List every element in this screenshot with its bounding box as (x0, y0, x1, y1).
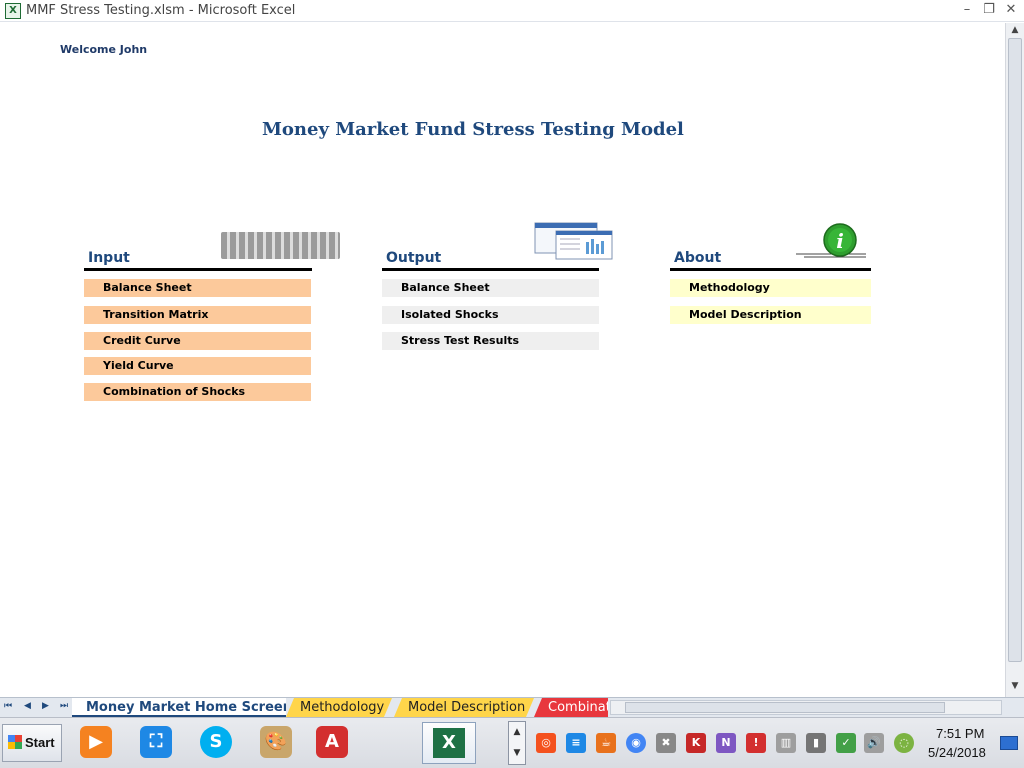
vertical-scroll-thumb[interactable] (1008, 38, 1022, 662)
tab-money-market-home-screen[interactable]: Money Market Home Screen (72, 698, 286, 717)
scroll-down-icon[interactable]: ▼ (1009, 681, 1021, 693)
taskbar-scroll[interactable]: ▲ ▼ (508, 721, 526, 765)
input-credit-curve-button[interactable]: Credit Curve (84, 332, 311, 350)
acrobat-icon[interactable]: A (310, 722, 354, 764)
page-title: Money Market Fund Stress Testing Model (262, 119, 684, 140)
about-methodology-button[interactable]: Methodology (670, 279, 871, 297)
taskbar: Start ▶ ⛶ S 🎨 A X ▲ ▼ ◎ ≡ ☕ ◉ ✖ K N ! ▥ … (0, 717, 1024, 768)
tray-java-icon[interactable]: ☕ (596, 733, 616, 753)
taskbar-scroll-up-icon[interactable]: ▲ (509, 722, 525, 743)
paint-icon[interactable]: 🎨 (254, 722, 298, 764)
last-sheet-icon[interactable]: ⏭ (60, 701, 68, 711)
title-bar: X MMF Stress Testing.xlsm - Microsoft Ex… (0, 0, 1024, 22)
tray-monitor-icon[interactable]: ▥ (776, 733, 796, 753)
tray-kaspersky-icon[interactable]: K (686, 733, 706, 753)
tray-app-orange-icon[interactable]: ◎ (536, 733, 556, 753)
tray-volume-icon[interactable]: 🔊 (864, 733, 884, 753)
tray-alert-icon[interactable]: ! (746, 733, 766, 753)
show-desktop-button[interactable] (1000, 736, 1018, 750)
excel-icon: X (433, 728, 465, 758)
svg-text:i: i (836, 229, 844, 253)
start-button[interactable]: Start (2, 724, 62, 762)
excel-taskbar-button[interactable]: X (422, 722, 476, 764)
input-combination-of-shocks-button[interactable]: Combination of Shocks (84, 383, 311, 401)
close-button[interactable]: ✕ (1002, 2, 1020, 18)
input-divider (84, 268, 312, 271)
output-balance-sheet-button[interactable]: Balance Sheet (382, 279, 599, 297)
worksheet: Welcome John Money Market Fund Stress Te… (0, 23, 1005, 697)
tab-model-description[interactable]: Model Description (394, 698, 534, 717)
horizontal-scrollbar[interactable] (610, 700, 1002, 715)
tray-onenote-icon[interactable]: N (716, 733, 736, 753)
info-icon: i (796, 223, 866, 258)
welcome-text: Welcome John (60, 43, 148, 56)
about-model-description-button[interactable]: Model Description (670, 306, 871, 324)
output-isolated-shocks-button[interactable]: Isolated Shocks (382, 306, 599, 324)
window-title: MMF Stress Testing.xlsm - Microsoft Exce… (26, 3, 296, 18)
clock-date[interactable]: 5/24/2018 (928, 745, 986, 760)
tab-combination[interactable]: Combinat (534, 698, 608, 717)
tray-leaf-icon[interactable]: ◌ (894, 733, 914, 753)
keyboard-image (221, 232, 340, 259)
input-yield-curve-button[interactable]: Yield Curve (84, 357, 311, 375)
vertical-scrollbar[interactable]: ▲ ▼ (1005, 23, 1024, 697)
tray-battery-icon[interactable]: ▮ (806, 733, 826, 753)
about-divider (670, 268, 871, 271)
output-divider (382, 268, 599, 271)
horizontal-scroll-thumb[interactable] (625, 702, 945, 713)
clock-time[interactable]: 7:51 PM (936, 726, 984, 741)
report-screens-image (534, 222, 613, 260)
about-heading: About (674, 250, 722, 266)
skype-icon[interactable]: S (194, 722, 238, 764)
restore-button[interactable]: ❐ (980, 2, 998, 18)
windows-logo-icon (8, 735, 22, 749)
screen-capture-icon[interactable]: ⛶ (134, 722, 178, 764)
tray-shield-icon[interactable]: ✖ (656, 733, 676, 753)
tab-methodology[interactable]: Methodology (286, 698, 392, 717)
minimize-button[interactable]: – (958, 2, 976, 18)
tray-wifi-icon[interactable]: ✓ (836, 733, 856, 753)
scroll-up-icon[interactable]: ▲ (1009, 25, 1021, 37)
start-label: Start (25, 735, 55, 750)
input-heading: Input (88, 250, 130, 266)
first-sheet-icon[interactable]: ⏮ (4, 701, 12, 711)
tray-app-blue-icon[interactable]: ≡ (566, 733, 586, 753)
tray-chrome-icon[interactable]: ◉ (626, 733, 646, 753)
excel-app-icon[interactable]: X (5, 3, 21, 19)
input-balance-sheet-button[interactable]: Balance Sheet (84, 279, 311, 297)
prev-sheet-icon[interactable]: ◀ (24, 701, 31, 711)
taskbar-scroll-down-icon[interactable]: ▼ (509, 743, 525, 764)
media-player-icon[interactable]: ▶ (74, 722, 118, 764)
sheet-tab-bar: ⏮ ◀ ▶ ⏭ Money Market Home Screen Methodo… (0, 697, 1024, 717)
next-sheet-icon[interactable]: ▶ (42, 701, 49, 711)
input-transition-matrix-button[interactable]: Transition Matrix (84, 306, 311, 324)
output-stress-test-results-button[interactable]: Stress Test Results (382, 332, 599, 350)
output-heading: Output (386, 250, 442, 266)
